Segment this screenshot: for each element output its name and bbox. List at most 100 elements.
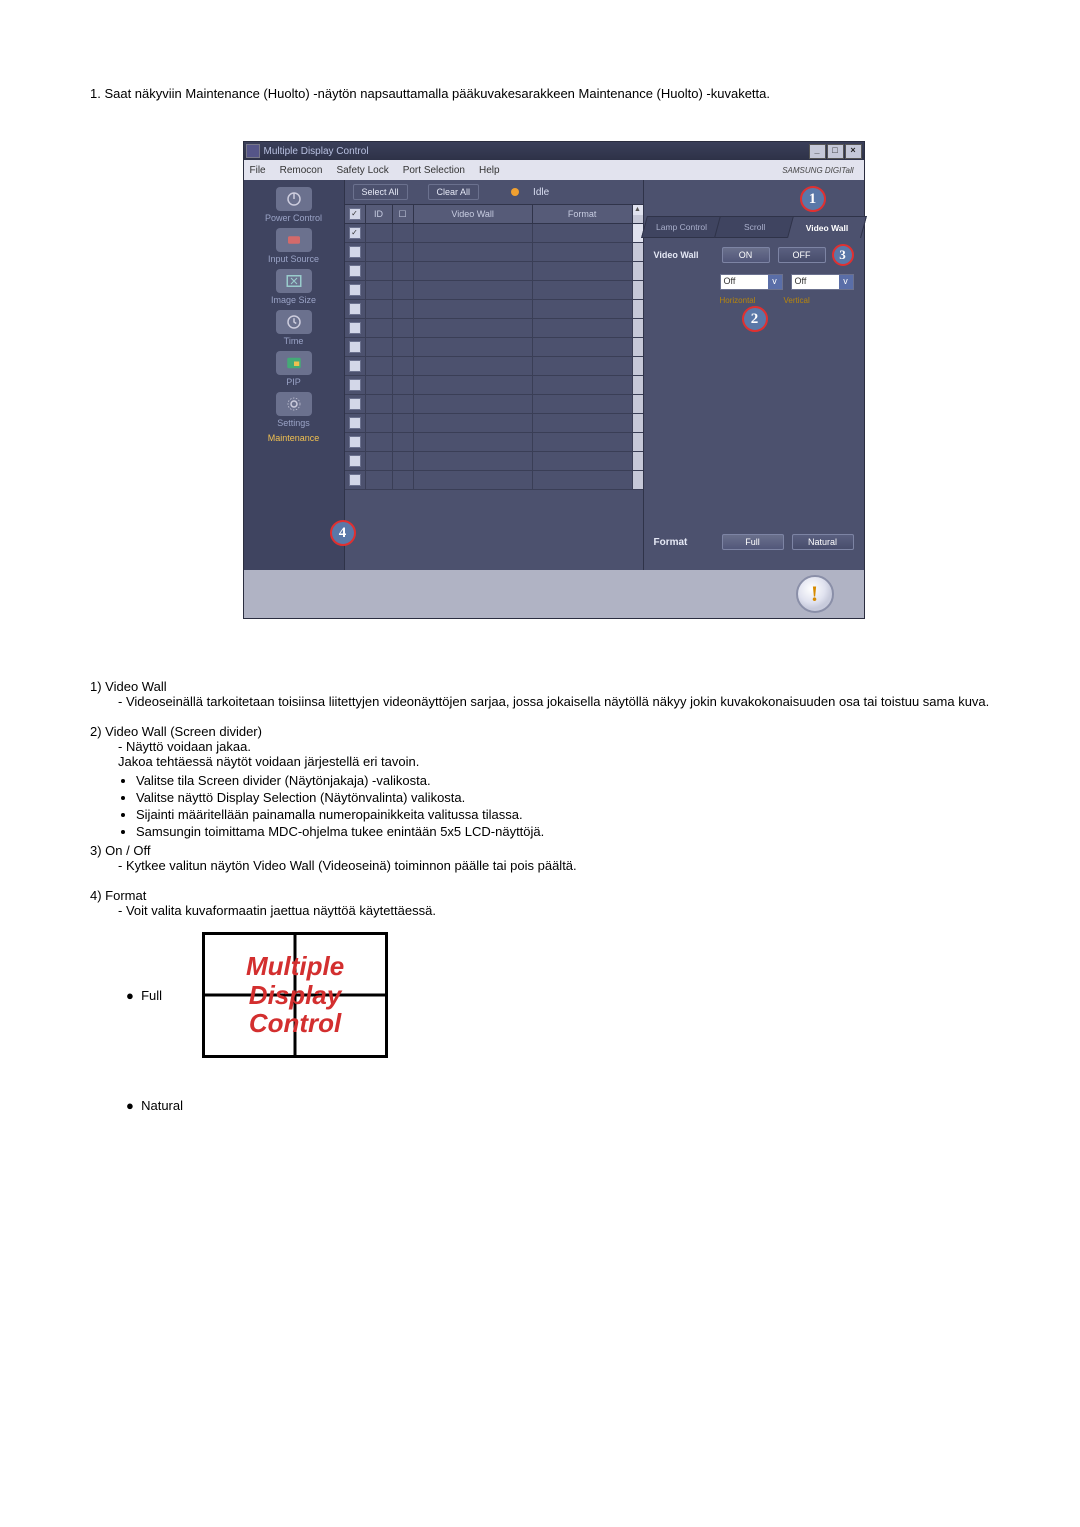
table-row[interactable] bbox=[345, 357, 643, 376]
desc-item-4-title: 4) Format bbox=[90, 888, 1015, 903]
sidebar-item-maintenance[interactable]: Maintenance bbox=[244, 430, 344, 445]
desc-item-2-b1: Valitse tila Screen divider (Näytönjakaj… bbox=[136, 773, 1015, 788]
tab-video-wall[interactable]: Video Wall bbox=[787, 216, 867, 238]
menu-file[interactable]: File bbox=[250, 165, 266, 176]
table-row[interactable] bbox=[345, 433, 643, 452]
app-icon bbox=[246, 144, 260, 158]
sidebar-item-pip[interactable]: PIP bbox=[244, 348, 344, 389]
grid-body: ✓ bbox=[345, 224, 643, 490]
desc-item-1-title: 1) Video Wall bbox=[90, 679, 1015, 694]
full-button[interactable]: Full bbox=[722, 534, 784, 550]
horizontal-label: Horizontal bbox=[720, 296, 756, 305]
pip-icon bbox=[276, 351, 312, 375]
desc-item-4-body: - Voit valita kuvaformaatin jaettua näyt… bbox=[90, 903, 1015, 918]
right-tabs: Lamp Control Scroll Video Wall bbox=[644, 216, 864, 238]
desc-item-2-b3: Sijainti määritellään painamalla numerop… bbox=[136, 807, 1015, 822]
menu-port-selection[interactable]: Port Selection bbox=[403, 165, 465, 176]
row-checkbox[interactable] bbox=[349, 303, 361, 315]
desc-item-2-title: 2) Video Wall (Screen divider) bbox=[90, 724, 1015, 739]
table-row[interactable] bbox=[345, 281, 643, 300]
sidebar-item-settings[interactable]: Settings bbox=[244, 389, 344, 430]
select-all-button[interactable]: Select All bbox=[353, 184, 408, 200]
vertical-label: Vertical bbox=[784, 296, 810, 305]
sidebar-item-label: Time bbox=[244, 336, 344, 346]
window-title: Multiple Display Control bbox=[264, 146, 809, 157]
grid-header-id: ID bbox=[366, 205, 393, 223]
close-icon[interactable]: × bbox=[845, 144, 862, 159]
idle-indicator-icon bbox=[511, 188, 519, 196]
sidebar-item-label: Image Size bbox=[244, 295, 344, 305]
chevron-down-icon[interactable]: v bbox=[768, 275, 782, 289]
titlebar: Multiple Display Control _ □ × bbox=[244, 142, 864, 160]
menubar: File Remocon Safety Lock Port Selection … bbox=[244, 160, 864, 180]
menu-safety-lock[interactable]: Safety Lock bbox=[336, 165, 388, 176]
info-icon: ! bbox=[796, 575, 834, 613]
row-checkbox[interactable] bbox=[349, 360, 361, 372]
demo-text: MultipleDisplayControl bbox=[246, 952, 344, 1038]
menu-help[interactable]: Help bbox=[479, 165, 500, 176]
off-button[interactable]: OFF bbox=[778, 247, 826, 263]
table-row[interactable] bbox=[345, 376, 643, 395]
sidebar: Power Control Input Source Image Size Ti… bbox=[244, 180, 344, 570]
table-row[interactable] bbox=[345, 471, 643, 490]
row-checkbox[interactable]: ✓ bbox=[349, 227, 361, 239]
menu-remocon[interactable]: Remocon bbox=[280, 165, 323, 176]
minimize-icon[interactable]: _ bbox=[809, 144, 826, 159]
row-checkbox[interactable] bbox=[349, 322, 361, 334]
natural-button[interactable]: Natural bbox=[792, 534, 854, 550]
maximize-icon[interactable]: □ bbox=[827, 144, 844, 159]
image-size-icon bbox=[276, 269, 312, 293]
table-row[interactable] bbox=[345, 338, 643, 357]
row-checkbox[interactable] bbox=[349, 398, 361, 410]
sidebar-item-label: Maintenance bbox=[244, 433, 344, 443]
on-button[interactable]: ON bbox=[722, 247, 770, 263]
table-row[interactable]: ✓ bbox=[345, 224, 643, 243]
scroll-up-icon[interactable]: ▲ bbox=[633, 205, 643, 215]
clock-icon bbox=[276, 310, 312, 334]
row-checkbox[interactable] bbox=[349, 341, 361, 353]
sidebar-item-label: Input Source bbox=[244, 254, 344, 264]
desc-item-3-title: 3) On / Off bbox=[90, 843, 1015, 858]
table-row[interactable] bbox=[345, 262, 643, 281]
sidebar-item-time[interactable]: Time bbox=[244, 307, 344, 348]
sidebar-item-input-source[interactable]: Input Source bbox=[244, 225, 344, 266]
row-checkbox[interactable] bbox=[349, 417, 361, 429]
row-checkbox[interactable] bbox=[349, 379, 361, 391]
row-checkbox[interactable] bbox=[349, 474, 361, 486]
grid-header: ✓ ID ☐ Video Wall Format ▲ bbox=[345, 204, 643, 224]
vertical-select[interactable]: Off v bbox=[791, 274, 854, 290]
row-checkbox[interactable] bbox=[349, 455, 361, 467]
table-row[interactable] bbox=[345, 243, 643, 262]
table-row[interactable] bbox=[345, 414, 643, 433]
grid-header-icon: ☐ bbox=[393, 205, 414, 223]
tab-lamp-control[interactable]: Lamp Control bbox=[641, 216, 721, 238]
table-row[interactable] bbox=[345, 300, 643, 319]
desc-item-2-l1: - Näyttö voidaan jakaa. bbox=[90, 739, 1015, 754]
scrollbar[interactable]: ▲ bbox=[633, 205, 643, 223]
callout-4: 4 bbox=[330, 520, 356, 546]
chevron-down-icon[interactable]: v bbox=[839, 275, 853, 289]
desc-item-2-b4: Samsungin toimittama MDC-ohjelma tukee e… bbox=[136, 824, 1015, 839]
input-source-icon bbox=[276, 228, 312, 252]
sidebar-item-power-control[interactable]: Power Control bbox=[244, 184, 344, 225]
clear-all-button[interactable]: Clear All bbox=[428, 184, 480, 200]
desc-item-2-b2: Valitse näyttö Display Selection (Näytön… bbox=[136, 790, 1015, 805]
callout-3: 3 bbox=[832, 244, 854, 266]
callout-2: 2 bbox=[742, 306, 768, 332]
full-label: Full bbox=[141, 988, 162, 1003]
table-row[interactable] bbox=[345, 452, 643, 471]
row-checkbox[interactable] bbox=[349, 265, 361, 277]
row-checkbox[interactable] bbox=[349, 436, 361, 448]
natural-label: Natural bbox=[141, 1098, 183, 1113]
sidebar-item-label: Power Control bbox=[244, 213, 344, 223]
table-row[interactable] bbox=[345, 395, 643, 414]
row-checkbox[interactable] bbox=[349, 284, 361, 296]
sidebar-item-image-size[interactable]: Image Size bbox=[244, 266, 344, 307]
row-checkbox[interactable] bbox=[349, 246, 361, 258]
horizontal-select[interactable]: Off v bbox=[720, 274, 783, 290]
table-row[interactable] bbox=[345, 319, 643, 338]
format-label: Format bbox=[654, 537, 714, 548]
tab-scroll[interactable]: Scroll bbox=[714, 216, 794, 238]
status-bar: ! bbox=[244, 570, 864, 618]
header-checkbox[interactable]: ✓ bbox=[349, 208, 361, 220]
